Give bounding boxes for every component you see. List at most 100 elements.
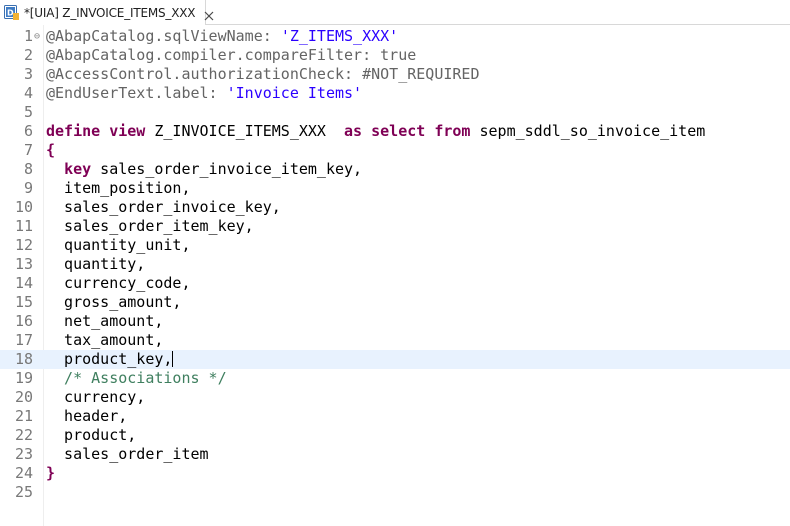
code-token: net_amount, [46,312,164,330]
code-line[interactable]: 20 currency, [0,388,790,407]
code-token: item_position, [46,179,191,197]
code-token: /* Associations */ [46,369,227,387]
code-line[interactable]: 11 sales_order_item_key, [0,217,790,236]
close-icon[interactable] [203,7,215,20]
line-number: 9 [23,179,33,197]
code-text: @AccessControl.authorizationCheck: #NOT_… [46,65,479,84]
code-text: gross_amount, [46,293,181,312]
line-number: 11 [14,217,33,235]
code-token: sales_order_invoice_key, [46,198,281,216]
code-line[interactable]: 21 header, [0,407,790,426]
code-editor[interactable]: 1 ⊖ @AbapCatalog.sqlViewName: 'Z_ITEMS_XXX… [0,25,790,526]
code-token: tax_amount, [46,331,164,349]
line-number: 16 [14,312,33,330]
code-text: currency_code, [46,274,191,293]
code-line[interactable]: 22 product, [0,426,790,445]
line-number: 1 [23,27,33,45]
code-text: key sales_order_invoice_item_key, [46,160,362,179]
svg-text:D: D [7,9,14,18]
line-number: 13 [14,255,33,273]
line-number: 22 [14,426,33,444]
code-text: define view Z_INVOICE_ITEMS_XXX as selec… [46,122,705,141]
ddl-source-icon: D [4,5,19,20]
code-token: currency_code, [46,274,191,292]
code-line[interactable]: 12 quantity_unit, [0,236,790,255]
code-line[interactable]: 10 sales_order_invoice_key, [0,198,790,217]
line-number: 4 [23,84,33,102]
code-token: quantity, [46,255,146,273]
line-number: 17 [14,331,33,349]
code-text: product, [46,426,136,445]
code-text: currency, [46,388,145,407]
code-text: @AbapCatalog.sqlViewName: 'Z_ITEMS_XXX' [46,27,398,46]
code-line[interactable]: 9 item_position, [0,179,790,198]
code-token: @AccessControl.authorizationCheck: #NOT_… [46,65,480,83]
line-number: 25 [14,483,33,501]
code-text: net_amount, [46,312,163,331]
code-text: { [46,141,55,160]
code-token: gross_amount, [46,293,182,311]
code-line[interactable]: 8 key sales_order_invoice_item_key, [0,160,790,179]
line-number: 5 [23,103,33,121]
code-token: @AbapCatalog.compiler.compareFilter: tru… [46,46,417,64]
code-text: product_key, [46,350,174,369]
code-line[interactable]: 15 gross_amount, [0,293,790,312]
line-number: 7 [23,141,33,159]
code-token: 'Invoice Items' [226,84,363,102]
code-text: item_position, [46,179,191,198]
code-token: sepm_sddl_so_invoice_item [470,122,706,140]
code-line[interactable]: 14 currency_code, [0,274,790,293]
code-token: as select from [344,122,471,140]
code-line[interactable]: 1 ⊖ @AbapCatalog.sqlViewName: 'Z_ITEMS_XXX… [0,27,790,46]
line-number: 8 [23,160,33,178]
ddl-editor-window: D *[UIA] Z_INVOICE_ITEMS_XXX 1 ⊖ @AbapCata… [0,0,790,526]
code-token: { [46,141,56,159]
code-token: header, [46,407,128,425]
line-number: 24 [14,464,33,482]
tab-title: *[UIA] Z_INVOICE_ITEMS_XXX [24,5,196,20]
code-token: currency, [46,388,146,406]
code-text: quantity_unit, [46,236,190,255]
code-text: @AbapCatalog.compiler.compareFilter: tru… [46,46,416,65]
code-text: sales_order_item_key, [46,217,254,236]
code-text: } [46,464,55,483]
code-token: sales_order_invoice_item_key, [91,160,363,178]
code-token: product_key, [46,350,173,368]
code-text: @EndUserText.label: 'Invoice Items' [46,84,362,103]
code-text: tax_amount, [46,331,163,350]
code-line[interactable]: 19 /* Associations */ [0,369,790,388]
code-line[interactable]: 17 tax_amount, [0,331,790,350]
line-number: 15 [14,293,33,311]
line-number: 19 [14,369,33,387]
code-line[interactable]: 25 [0,483,790,502]
code-lines: 1 ⊖ @AbapCatalog.sqlViewName: 'Z_ITEMS_XXX… [0,27,790,502]
code-token: @AbapCatalog.sqlViewName: [46,27,281,45]
code-text: header, [46,407,127,426]
code-token: sales_order_item [46,445,209,463]
code-line[interactable]: 13 quantity, [0,255,790,274]
code-line[interactable]: 23 sales_order_item [0,445,790,464]
code-text: quantity, [46,255,145,274]
code-line[interactable]: 16 net_amount, [0,312,790,331]
fold-toggle-icon[interactable]: ⊖ [34,27,40,46]
text-caret [172,351,174,367]
code-text: sales_order_invoice_key, [46,198,281,217]
line-number: 14 [14,274,33,292]
code-token: key [64,160,92,178]
code-text: /* Associations */ [46,369,227,388]
line-number: 12 [14,236,33,254]
line-number: 2 [23,46,33,64]
code-token: define view [46,122,146,140]
line-number: 20 [14,388,33,406]
code-line[interactable]: 24} [0,464,790,483]
editor-tab[interactable]: D *[UIA] Z_INVOICE_ITEMS_XXX [0,0,214,25]
line-number: 21 [14,407,33,425]
code-line[interactable]: 2 @AbapCatalog.compiler.compareFilter: tr… [0,46,790,65]
code-line[interactable]: 7{ [0,141,790,160]
code-line[interactable]: 18 product_key, [0,350,790,369]
code-line[interactable]: 3 @AccessControl.authorizationCheck: #NOT… [0,65,790,84]
code-token: sales_order_item_key, [46,217,254,235]
code-line[interactable]: 4 @EndUserText.label: 'Invoice Items' [0,84,790,103]
code-line[interactable]: 5 [0,103,790,122]
code-line[interactable]: 6 define view Z_INVOICE_ITEMS_XXX as sele… [0,122,790,141]
